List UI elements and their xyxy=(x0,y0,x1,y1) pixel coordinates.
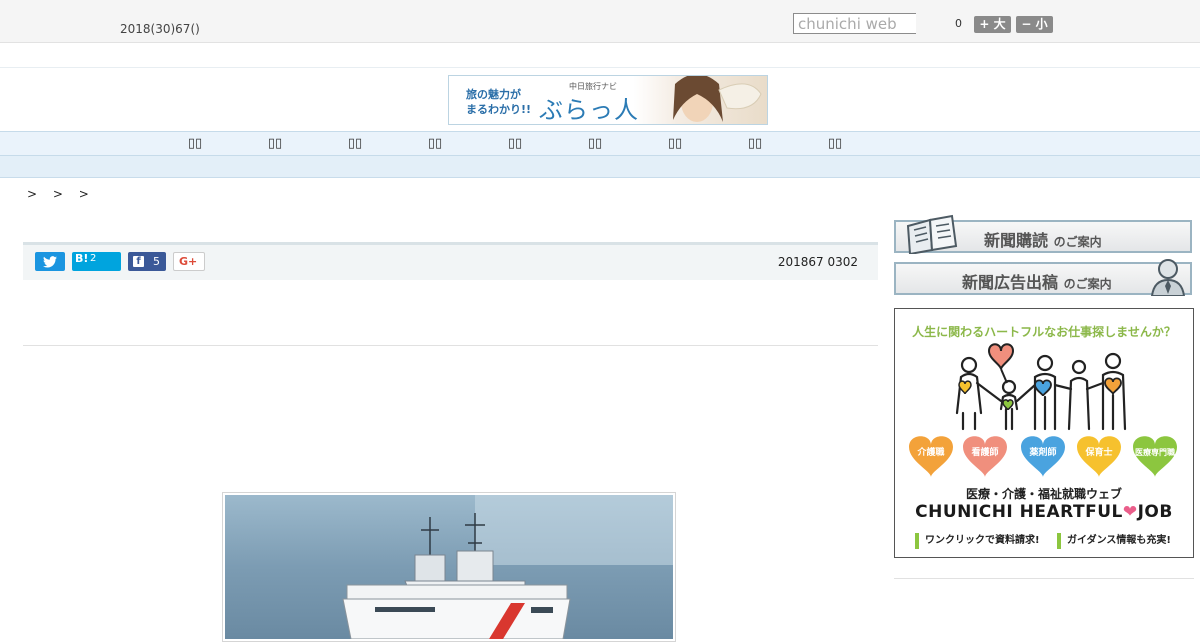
banner-model-image xyxy=(673,76,762,122)
nav-item-8[interactable]: ▯▯ xyxy=(735,136,775,151)
ad-cta-guidance: ガイダンス情報も充実! xyxy=(1057,533,1171,549)
job-label-3: 薬剤師 xyxy=(1029,446,1056,458)
banner-tagline-2: まるわかり!! xyxy=(466,103,532,116)
nav-item-4[interactable]: ▯▯ xyxy=(415,136,455,151)
hatena-count: 2 xyxy=(90,253,97,264)
article-photo[interactable] xyxy=(222,492,676,642)
nav-item-3[interactable]: ▯▯ xyxy=(335,136,375,151)
share-bar: B! 2 f 5 G+ 201867 0302 xyxy=(23,242,878,280)
facebook-share-button[interactable]: f 5 xyxy=(128,252,166,271)
subscription-label: 新聞購読 のご案内 xyxy=(984,231,1102,250)
job-category-hearts: 介護職 看護師 薬剤師 保育士 医療専門職 xyxy=(909,436,1177,477)
google-plus-icon: G+ xyxy=(179,255,198,268)
main-nav: ▯▯ ▯▯ ▯▯ ▯▯ ▯▯ ▯▯ ▯▯ ▯▯ ▯▯ xyxy=(0,131,1200,156)
search-input[interactable] xyxy=(793,13,916,34)
twitter-share-button[interactable] xyxy=(35,252,65,271)
businessman-icon xyxy=(1150,259,1186,296)
facebook-icon: f xyxy=(133,256,144,267)
nav-item-5[interactable]: ▯▯ xyxy=(495,136,535,151)
twitter-icon xyxy=(43,256,57,268)
hatena-bookmark-button[interactable]: B! 2 xyxy=(72,252,121,271)
current-date: 2018(30)67() xyxy=(120,22,200,36)
ad-brand: CHUNICHI HEARTFUL❤JOB xyxy=(915,502,1173,522)
heart-icon: ❤ xyxy=(1122,502,1138,522)
nav-item-2[interactable]: ▯▯ xyxy=(255,136,295,151)
nav-item-9[interactable]: ▯▯ xyxy=(815,136,855,151)
coast-guard-ship-image xyxy=(225,495,673,639)
nav-item-1[interactable]: ▯▯ xyxy=(175,136,215,151)
banner-tagline-1: 旅の魅力が xyxy=(466,88,521,101)
article-divider xyxy=(23,345,878,346)
breadcrumb: > > > xyxy=(27,187,95,201)
advertising-label: 新聞広告出稿 のご案内 xyxy=(962,273,1112,292)
font-size-value: 0 xyxy=(955,17,962,30)
heartful-job-ad[interactable]: 人生に関わるハートフルなお仕事探しませんか？ 介護職 看護師 薬剤師 保育士 医… xyxy=(894,308,1194,558)
book-icon xyxy=(906,214,958,254)
ad-cta-brochure: ワンクリックで資料請求! xyxy=(915,533,1040,549)
nav-item-6[interactable]: ▯▯ xyxy=(575,136,615,151)
hatena-icon: B! xyxy=(75,252,89,265)
family-heart-illustration xyxy=(955,343,1127,431)
job-label-2: 看護師 xyxy=(971,446,998,458)
nav-item-7[interactable]: ▯▯ xyxy=(655,136,695,151)
sub-nav xyxy=(0,156,1200,178)
font-decrease-button[interactable]: − 小 xyxy=(1016,16,1053,33)
facebook-count: 5 xyxy=(153,255,160,268)
ad-tagline: 医療・介護・福祉就職ウェブ xyxy=(965,487,1122,501)
ad-headline: 人生に関わるハートフルなお仕事探しませんか？ xyxy=(912,325,1176,339)
banner-brand: ぶらっ人 xyxy=(539,96,639,124)
header-sub-bar xyxy=(0,43,1200,68)
travel-banner-ad[interactable]: 旅の魅力が まるわかり!! 中日旅行ナビ ぶらっ人 xyxy=(448,75,768,125)
sidebar-divider xyxy=(894,578,1194,579)
font-increase-button[interactable]: + 大 xyxy=(974,16,1011,33)
article-published-date: 201867 0302 xyxy=(777,255,858,269)
newspaper-subscription-button[interactable]: 新聞購読 のご案内 xyxy=(894,214,1192,254)
top-bar: 2018(30)67() 0 + 大 − 小 xyxy=(0,0,1200,43)
newspaper-advertising-button[interactable]: 新聞広告出稿 のご案内 xyxy=(894,259,1192,296)
job-label-5: 医療専門職 xyxy=(1135,447,1175,457)
google-plus-button[interactable]: G+ xyxy=(173,252,205,271)
job-label-4: 保育士 xyxy=(1084,446,1112,458)
job-label-1: 介護職 xyxy=(916,446,944,458)
